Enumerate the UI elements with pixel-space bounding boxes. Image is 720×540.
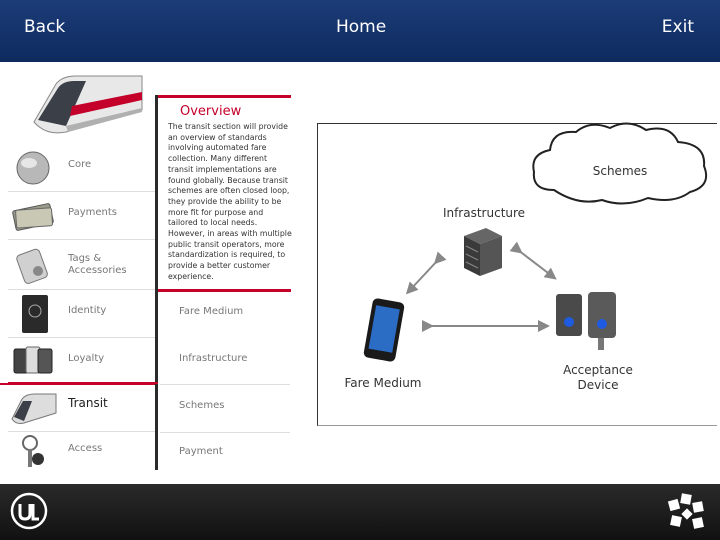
sidebar-item-label: Tags & Accessories <box>68 253 127 276</box>
sidebar-item-access[interactable]: Access <box>0 429 158 475</box>
sidebar-item-loyalty[interactable]: Loyalty <box>0 339 158 385</box>
subnav-infrastructure[interactable]: Infrastructure <box>179 353 247 364</box>
divider <box>8 337 156 338</box>
schemes-label: Schemes <box>592 164 648 178</box>
top-nav-bar: Back Home Exit <box>0 0 720 62</box>
divider <box>8 239 156 240</box>
train-icon <box>11 393 57 424</box>
sidebar-item-label: Loyalty <box>68 353 105 364</box>
sidebar-item-payments[interactable]: Payments <box>0 193 158 239</box>
sidebar-item-label: Transit <box>68 396 108 410</box>
footer-bar <box>0 484 720 540</box>
exit-button[interactable]: Exit <box>662 17 694 37</box>
ul-logo <box>10 492 48 530</box>
keys-icon <box>22 435 44 467</box>
sidebar-item-transit[interactable]: Transit <box>0 383 158 429</box>
fare-medium-label: Fare Medium <box>344 376 422 390</box>
overview-rule <box>158 289 291 292</box>
divider <box>160 432 290 433</box>
core-sphere-icon <box>16 151 50 185</box>
sidebar-item-label: Core <box>68 159 92 170</box>
acceptance-device-label: Acceptance Device <box>563 363 633 392</box>
infrastructure-label: Infrastructure <box>442 206 526 220</box>
sidebar: Core Payments Tags & Accessories Identit… <box>0 143 158 473</box>
overview-title: Overview <box>180 104 242 119</box>
sidebar-item-identity[interactable]: Identity <box>0 291 158 337</box>
back-button[interactable]: Back <box>24 17 65 37</box>
cash-icon <box>12 203 54 231</box>
train-hero-icon <box>33 75 143 134</box>
brand-logo-icon <box>667 493 704 529</box>
divider <box>160 384 290 385</box>
transit-rule <box>8 382 158 384</box>
tags-icon <box>16 248 48 284</box>
overview-text: The transit section will provide an over… <box>168 122 292 281</box>
subnav-schemes[interactable]: Schemes <box>179 400 224 411</box>
subnav-payment[interactable]: Payment <box>179 446 223 457</box>
sidebar-item-core[interactable]: Core <box>0 145 158 191</box>
connection-arrows <box>405 241 557 332</box>
subnav-fare-medium[interactable]: Fare Medium <box>179 306 243 317</box>
divider <box>8 289 156 290</box>
sidebar-item-label: Identity <box>68 305 107 316</box>
divider <box>8 191 156 192</box>
sidebar-item-label: Payments <box>68 207 117 218</box>
overview-rule <box>158 95 291 98</box>
validator-icon <box>556 292 616 350</box>
passport-icon <box>22 295 48 333</box>
home-button[interactable]: Home <box>336 17 386 37</box>
loyalty-cards-icon <box>13 346 53 374</box>
content-divider <box>155 95 158 470</box>
sidebar-item-label: Access <box>68 443 103 454</box>
smartphone-icon <box>363 298 405 362</box>
sidebar-item-tags[interactable]: Tags & Accessories <box>0 243 158 289</box>
